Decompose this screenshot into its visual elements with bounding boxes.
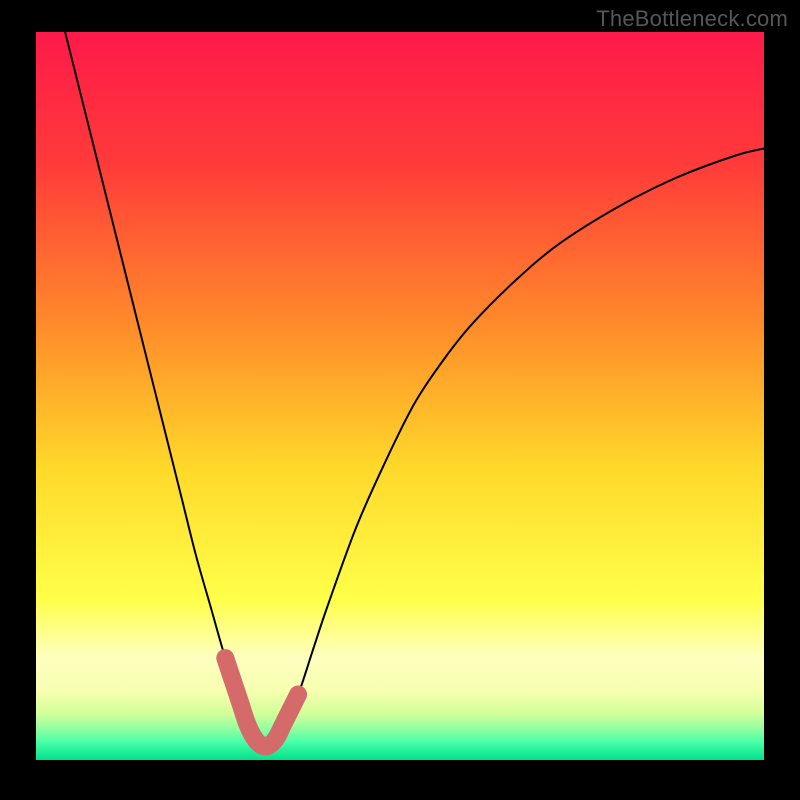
chart-stage: TheBottleneck.com <box>0 0 800 800</box>
watermark-text: TheBottleneck.com <box>596 6 788 32</box>
plot-background <box>36 32 764 760</box>
bottleneck-chart <box>0 0 800 800</box>
